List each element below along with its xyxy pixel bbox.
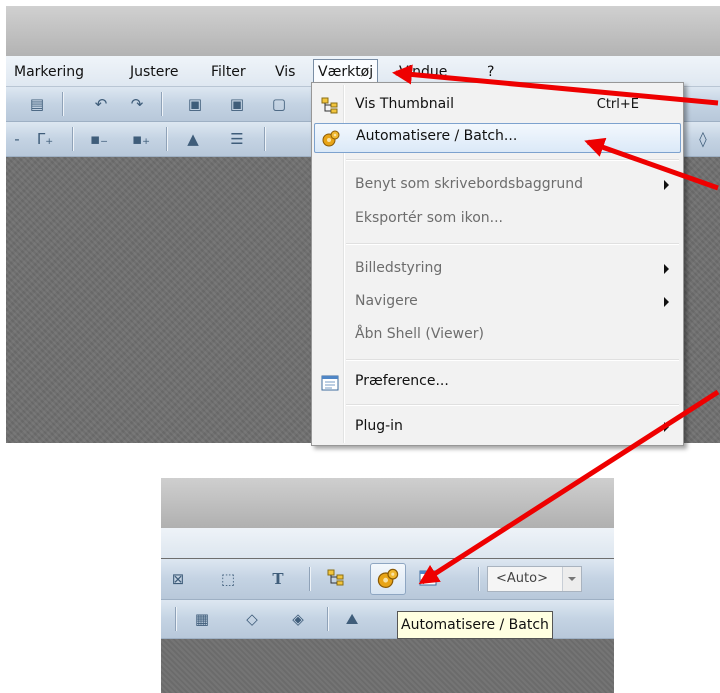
menu-markering[interactable]: Markering [14, 62, 84, 82]
image-paste-icon[interactable]: ▣ [226, 93, 248, 115]
gear-batch-icon [377, 568, 399, 588]
submenu-arrow-icon [664, 264, 669, 274]
preferences-window-icon[interactable] [417, 568, 439, 590]
zoom-select-value: <Auto> [496, 571, 548, 586]
menu-bar [161, 528, 614, 558]
toolbar-separator [72, 127, 73, 151]
menu-item-shortcut: Ctrl+E [596, 97, 639, 112]
scanner-icon[interactable]: ▤ [26, 93, 48, 115]
toolbar-separator [264, 127, 265, 151]
vaerktoej-dropdown-menu: Vis Thumbnail Ctrl+E Automatisere / Batc… [311, 82, 684, 446]
toolbar-separator [166, 127, 167, 151]
menu-item-label: Plug-in [355, 418, 403, 434]
zoom-select[interactable]: <Auto> [487, 566, 582, 592]
preferences-window-icon [321, 375, 339, 391]
automatisere-batch-button[interactable] [370, 563, 406, 595]
gamma-plus-icon[interactable]: Γ₊ [34, 128, 56, 150]
window-title-bar [161, 478, 614, 528]
menu-vindue[interactable]: Vindue [399, 62, 447, 82]
gear-batch-icon [322, 130, 340, 147]
preferences-window-glyph [419, 570, 437, 586]
menu-vis[interactable]: Vis [275, 62, 295, 82]
toolbar-separator [62, 92, 63, 116]
menu-item-label: Eksportér som ikon... [355, 210, 503, 226]
menu-item-label: Benyt som skrivebordsbaggrund [355, 176, 583, 192]
menu-filter[interactable]: Filter [211, 62, 246, 82]
undo-icon[interactable]: ↶ [90, 93, 112, 115]
exit-door-icon[interactable]: ⊠ [167, 568, 189, 590]
drop-icon[interactable]: ◇ [241, 608, 263, 630]
image-crop-icon[interactable]: ▢ [268, 93, 290, 115]
menu-separator [346, 243, 679, 244]
menu-help[interactable]: ? [487, 62, 494, 82]
menu-item-eksporter-som-ikon[interactable]: Eksportér som ikon... [314, 205, 681, 235]
menu-item-label: Automatisere / Batch... [356, 128, 518, 144]
window-title-bar [6, 6, 720, 56]
chevron-down-icon[interactable] [562, 567, 581, 591]
text-tool-icon[interactable]: T [267, 568, 289, 590]
menu-item-aabn-shell[interactable]: Åbn Shell (Viewer) [314, 321, 681, 351]
submenu-arrow-icon [664, 297, 669, 307]
menu-justere[interactable]: Justere [130, 62, 178, 82]
image-copy-icon[interactable]: ▣ [184, 93, 206, 115]
histogram-icon[interactable]: ▲ [182, 128, 204, 150]
thumbnail-tree-icon [321, 97, 338, 114]
toolbar-separator [175, 607, 176, 631]
menu-item-navigere[interactable]: Navigere [314, 288, 681, 318]
submenu-arrow-icon [664, 180, 669, 190]
menu-item-label: Åbn Shell (Viewer) [355, 326, 484, 342]
redo-icon[interactable]: ↷ [126, 93, 148, 115]
menu-item-praeference[interactable]: Præference... [314, 368, 681, 398]
menu-item-plug-in[interactable]: Plug-in [314, 413, 681, 443]
sliders-icon[interactable]: ☰ [226, 128, 248, 150]
toolbar-separator [309, 567, 310, 591]
toolbar-separator [478, 567, 479, 591]
minus-icon[interactable]: - [6, 128, 28, 150]
submenu-arrow-icon [664, 422, 669, 432]
menu-item-label: Navigere [355, 293, 418, 309]
drops-icon[interactable]: ◈ [287, 608, 309, 630]
main-toolbar: ⊠ ⬚ T <Auto> [161, 559, 614, 600]
menu-separator [346, 359, 679, 360]
menu-item-label: Præference... [355, 373, 449, 389]
menu-item-label: Vis Thumbnail [355, 96, 454, 112]
mountains-icon[interactable]: ⛰ [341, 608, 363, 630]
tooltip: Automatisere / Batch [397, 611, 553, 639]
menu-item-vis-thumbnail[interactable]: Vis Thumbnail Ctrl+E [314, 91, 681, 121]
filter-grid-icon[interactable]: ▦ [191, 608, 213, 630]
thumbnail-tree-glyph [327, 569, 344, 586]
contrast-minus-icon[interactable]: ▪₋ [88, 128, 110, 150]
menu-separator [346, 159, 679, 160]
toolbar-separator [327, 607, 328, 631]
menu-item-billedstyring[interactable]: Billedstyring [314, 255, 681, 285]
thumbnail-tree-icon[interactable] [325, 568, 347, 590]
menu-item-automatisere-batch[interactable]: Automatisere / Batch... [314, 123, 681, 153]
contrast-plus-icon[interactable]: ▪₊ [130, 128, 152, 150]
toolbar-separator [161, 92, 162, 116]
selection-icon[interactable]: ⬚ [217, 568, 239, 590]
workspace-background [161, 639, 614, 693]
menu-item-skrivebordsbaggrund[interactable]: Benyt som skrivebordsbaggrund [314, 171, 681, 201]
drops-icon[interactable]: ◊ [692, 128, 714, 150]
menu-separator [346, 404, 679, 405]
menu-item-label: Billedstyring [355, 260, 443, 276]
bottom-screenshot-panel: ⊠ ⬚ T <Auto> ▦ ◇ ◈ ⛰ Automatisere / Batc… [161, 478, 614, 693]
